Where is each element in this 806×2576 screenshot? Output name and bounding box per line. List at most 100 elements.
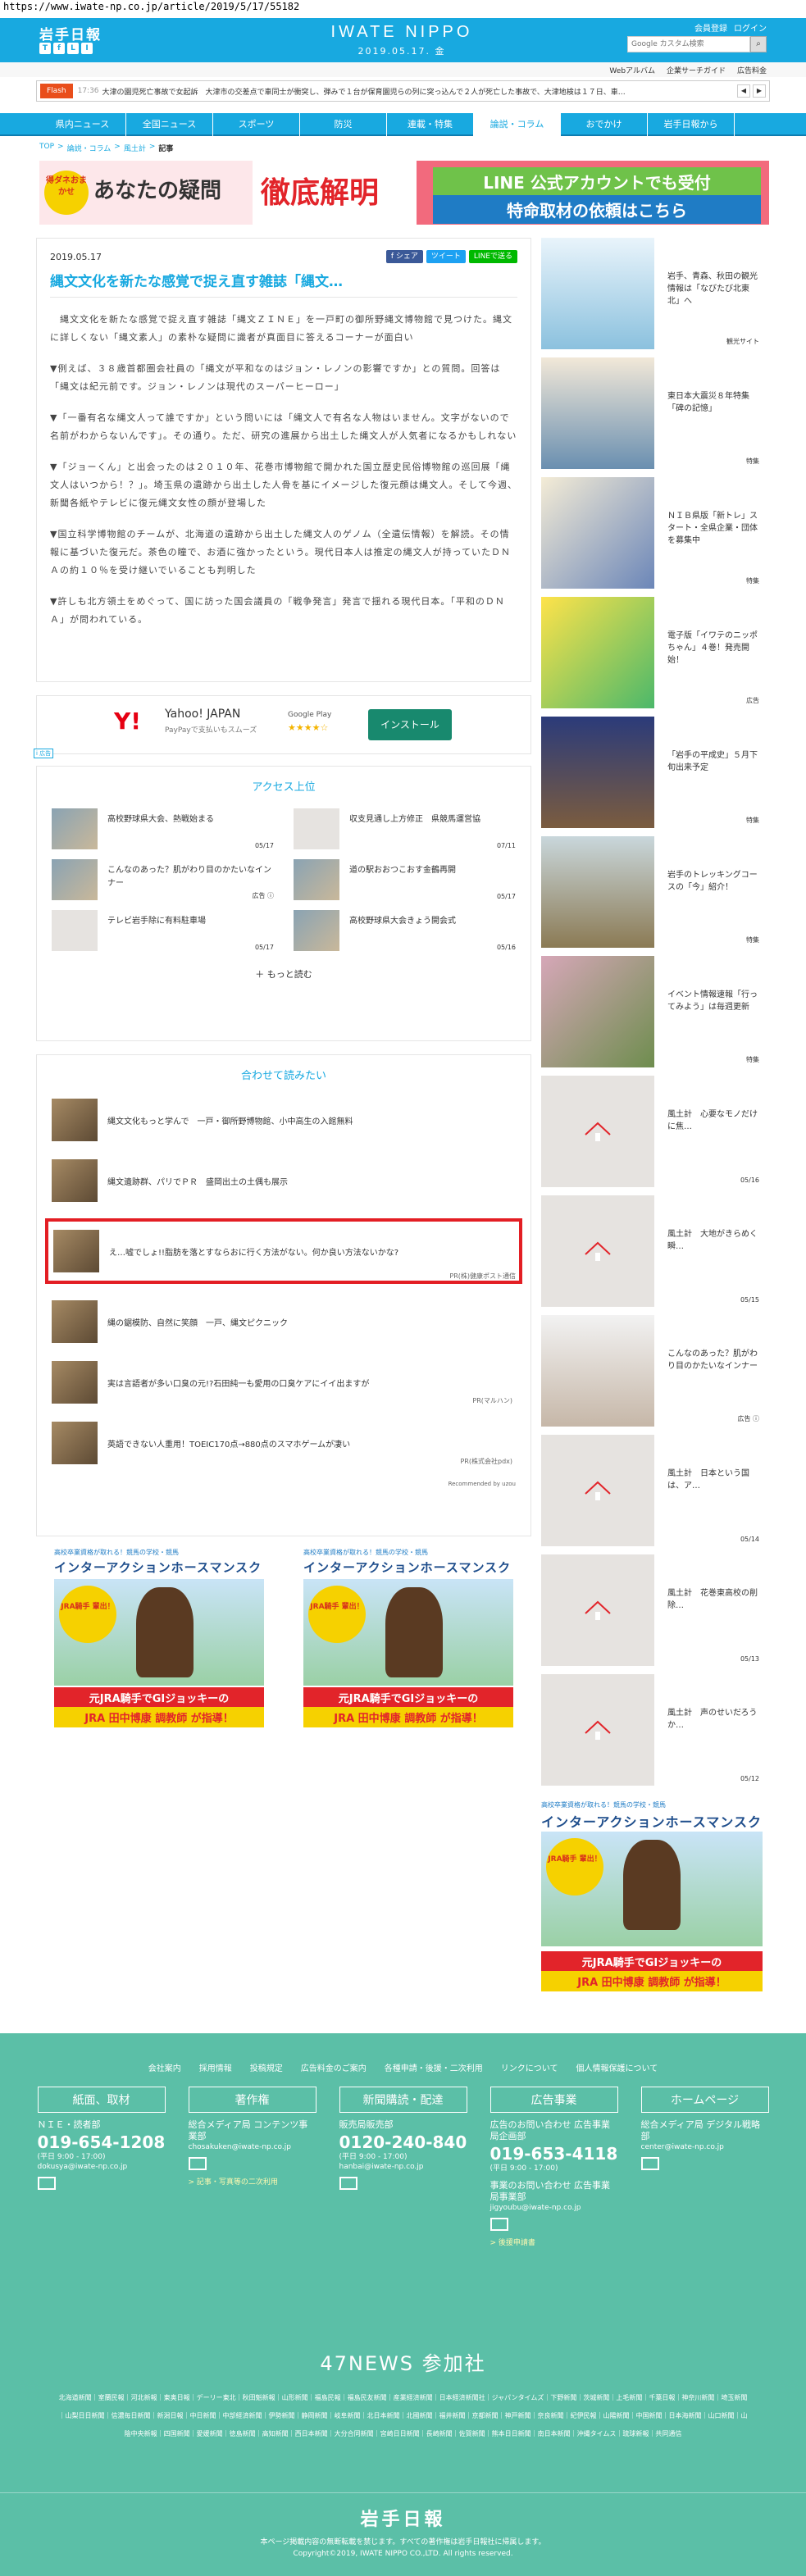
footer-logo[interactable]: 岩手日報 (0, 2505, 806, 2531)
logo-en[interactable]: IWATE NIPPO (328, 23, 476, 42)
sidebar-item[interactable]: 風土計 声のせいだろうか… 05/12 (541, 1674, 763, 1794)
app-ad[interactable]: Y! Yahoo! JAPAN PayPayで支払いもスムーズ Google P… (34, 695, 531, 758)
footer-link[interactable]: 会社案内 (148, 2061, 181, 2073)
breadcrumb-fudokei[interactable]: 風土計 (124, 143, 146, 153)
footer-column-head[interactable]: 新聞購読・配達 (339, 2087, 467, 2113)
mail-icon[interactable] (37, 2177, 56, 2190)
ranking-item[interactable]: テレビ岩手除に有料駐車場 05/17 (52, 910, 274, 951)
facebook-share-button[interactable]: f シェア (385, 250, 423, 263)
sidebar-item[interactable]: ＮＩＢ県版「新トレ」スタート・全県企業・団体を募集中 特集 (541, 477, 763, 597)
sub-link-album[interactable]: Webアルバム (609, 65, 655, 75)
sidebar-item[interactable]: 「岩手の平成史」５月下旬出来予定 特集 (541, 717, 763, 836)
footer-column-head[interactable]: 広告事業 (490, 2087, 618, 2113)
footer-link[interactable]: リンクについて (501, 2061, 558, 2073)
sidebar-item[interactable]: 岩手、青森、秋田の観光情報は「なびたび北東北」へ 観光サイト (541, 238, 763, 357)
login-link[interactable]: ログイン (734, 21, 767, 34)
flash-ticker: Flash 17:36 大津の園児死亡事故で女起訴 大津市の交差点で車同士が衝突… (36, 80, 770, 102)
email-address[interactable]: hanbai@iwate-np.co.jp (339, 2162, 467, 2172)
tweet-button[interactable]: ツイート (426, 250, 466, 263)
breadcrumb-top[interactable]: TOP (39, 143, 54, 153)
related-item[interactable]: え…嘘でしょ!!脂肪を落とすならおに行く方法がない。何か良い方法ないかな? PR(… (45, 1218, 522, 1284)
register-link[interactable]: 会員登録 (694, 21, 727, 34)
footer-column-link[interactable]: > 後援申請書 (490, 2237, 618, 2247)
related-thumb (52, 1099, 98, 1141)
search-icon[interactable]: ⌕ (750, 36, 767, 52)
sidebar-item-title: ＮＩＢ県版「新トレ」スタート・全県企業・団体を募集中 (667, 512, 758, 545)
chevron-right-icon[interactable]: ▶ (753, 84, 766, 98)
sidebar-thumb (541, 1076, 654, 1187)
email-address[interactable]: center@iwate-np.co.jp (641, 2142, 769, 2152)
mail-icon[interactable] (490, 2218, 508, 2231)
nav-item[interactable]: 連載・特集 (387, 113, 474, 136)
footer-column-head[interactable]: 著作権 (188, 2087, 316, 2113)
ranking-item[interactable]: 高校野球県大会、熱戦始まる 05/17 (52, 808, 274, 849)
instagram-icon[interactable]: I (81, 43, 93, 54)
sub-link-ad-rate[interactable]: 広告料金 (737, 65, 767, 75)
sub-link-company[interactable]: 企業サーチガイド (667, 65, 726, 75)
nav-item[interactable]: 論説・コラム (474, 113, 561, 136)
footer-column-head[interactable]: 紙面、取材 (37, 2087, 166, 2113)
breadcrumb-column[interactable]: 論説・コラム (67, 143, 112, 153)
phone-number[interactable]: 019-654-1208 (38, 2132, 166, 2152)
news47-title[interactable]: 47NEWS 参加社 (0, 2347, 806, 2376)
footer-link[interactable]: 各種申請・後援・二次利用 (385, 2061, 483, 2073)
ranking-item[interactable]: 高校野球県大会きょう開会式 05/16 (294, 910, 516, 951)
related-item[interactable]: 縄文遺跡群、パリでＰＲ 盛岡出土の土偶も展示 (52, 1158, 516, 1204)
install-button[interactable]: インストール (368, 709, 452, 740)
mail-icon[interactable] (339, 2177, 357, 2190)
footer-link[interactable]: 個人情報保護について (576, 2061, 658, 2073)
footer-link[interactable]: 広告料金のご案内 (301, 2061, 367, 2073)
footer-link[interactable]: 投稿規定 (250, 2061, 283, 2073)
sidebar-item[interactable]: こんなのあった？肌がわり目のかたいなインナー 広告 ⓘ (541, 1315, 763, 1435)
nav-item[interactable]: 全国ニュース (126, 113, 213, 136)
ad-info-icon[interactable]: i 広告 (34, 749, 54, 758)
line-icon[interactable]: L (67, 43, 79, 54)
nav-item[interactable]: 岩手日報から (648, 113, 735, 136)
horse-ad[interactable]: 高校卒業資格が取れる！競馬の学校・競馬 インターアクションホースマンスクール J… (54, 1548, 264, 1728)
ranking-item[interactable]: 収支見通し上方修正 県競馬運営協 07/11 (294, 808, 516, 849)
ranking-item[interactable]: こんなのあった？肌がわり目のかたいなインナー 広告 ⓘ (52, 859, 274, 900)
footer-column-head[interactable]: ホームページ (640, 2087, 769, 2113)
search-input[interactable] (627, 36, 750, 52)
sidebar-item[interactable]: 風土計 日本という国は、ア… 05/14 (541, 1435, 763, 1554)
twitter-icon[interactable]: T (39, 43, 51, 54)
related-item[interactable]: 英語できない人重用！TOEIC170点→880点のスマホゲームが凄い PR(株式会… (52, 1420, 516, 1466)
sidebar-item[interactable]: 電子版「イワテのニッポちゃん」４巻！発売開始！ 広告 (541, 597, 763, 717)
mail-icon[interactable] (640, 2157, 659, 2170)
horse-ad[interactable]: 高校卒業資格が取れる！競馬の学校・競馬 インターアクションホースマンスクール J… (303, 1548, 513, 1728)
footer-column-link[interactable]: > 記事・写真等の二次利用 (189, 2176, 316, 2187)
phone-number[interactable]: 0120-240-840 (339, 2132, 467, 2152)
logo-jp[interactable]: 岩手日報 (39, 23, 102, 43)
nav-item[interactable]: 防災 (300, 113, 387, 136)
line-share-button[interactable]: LINEで送る (468, 250, 517, 263)
sidebar-item[interactable]: 風土計 大地がきらめく瞬… 05/15 (541, 1195, 763, 1315)
chevron-left-icon[interactable]: ◀ (737, 84, 750, 98)
related-item[interactable]: 縄文文化もっと学んで 一戸・御所野博物館、小中高生の入館無料 (52, 1097, 516, 1143)
sidebar-item[interactable]: 岩手のトレッキングコースの「今」紹介！ 特集 (541, 836, 763, 956)
powered-by[interactable]: Recommended by uzou (52, 1481, 516, 1487)
email-address[interactable]: dokusya@iwate-np.co.jp (38, 2162, 166, 2172)
partner-papers[interactable]: 北海道新聞｜室蘭民報｜河北新報｜東奥日報｜デーリー東北｜秋田魁新報｜山形新聞｜福… (59, 2389, 748, 2443)
phone-number[interactable]: 019-653-4118 (490, 2144, 618, 2164)
related-item[interactable]: 実は言語者が多い口臭の元!?石田純一も愛用の口臭ケアにイイ出ますが PR(マルハン… (52, 1359, 516, 1405)
email-address[interactable]: chosakuken@iwate-np.co.jp (189, 2142, 316, 2152)
footer-link[interactable]: 採用情報 (199, 2061, 232, 2073)
facebook-icon[interactable]: f (53, 43, 65, 54)
flash-text[interactable]: 大津の園児死亡事故で女起訴 大津市の交差点で車同士が衝突し、弾みで１台が保育園児… (102, 86, 737, 97)
tokumei-banner[interactable]: 得ダネおまかせ あなたの疑問 徹底解明 LINE 公式アカウントでも受付 特命取… (39, 161, 769, 225)
related-item[interactable]: 縄の鋸模防、自然に笑顔 一戸、縄文ピクニック (52, 1299, 516, 1345)
nav-item[interactable]: 県内ニュース (39, 113, 126, 136)
sidebar-item[interactable]: イベント情報速報「行ってみよう」は毎週更新 特集 (541, 956, 763, 1076)
nav-item[interactable]: おでかけ (561, 113, 648, 136)
url-bar[interactable]: https://www.iwate-np.co.jp/article/2019/… (0, 0, 806, 15)
ranking-item[interactable]: 道の駅おおつこおす金鶴再開 05/17 (294, 859, 516, 900)
more-button[interactable]: ＋ もっと読む (52, 967, 516, 981)
sidebar-item[interactable]: 東日本大震災８年特集「碑の記憶」 特集 (541, 357, 763, 477)
sidebar-item-meta: 05/14 (740, 1536, 759, 1543)
email-address[interactable]: jigyoubu@iwate-np.co.jp (490, 2203, 618, 2213)
nav-item[interactable]: スポーツ (213, 113, 300, 136)
mail-icon[interactable] (188, 2157, 207, 2170)
sidebar-horse-ad[interactable]: 高校卒業資格が取れる！競馬の学校・競馬 インターアクションホースマンスクール J… (541, 1800, 763, 1994)
sidebar-item[interactable]: 風土計 花巻東高校の削除… 05/13 (541, 1554, 763, 1674)
sidebar-item[interactable]: 風土計 心要なモノだけに焦… 05/16 (541, 1076, 763, 1195)
